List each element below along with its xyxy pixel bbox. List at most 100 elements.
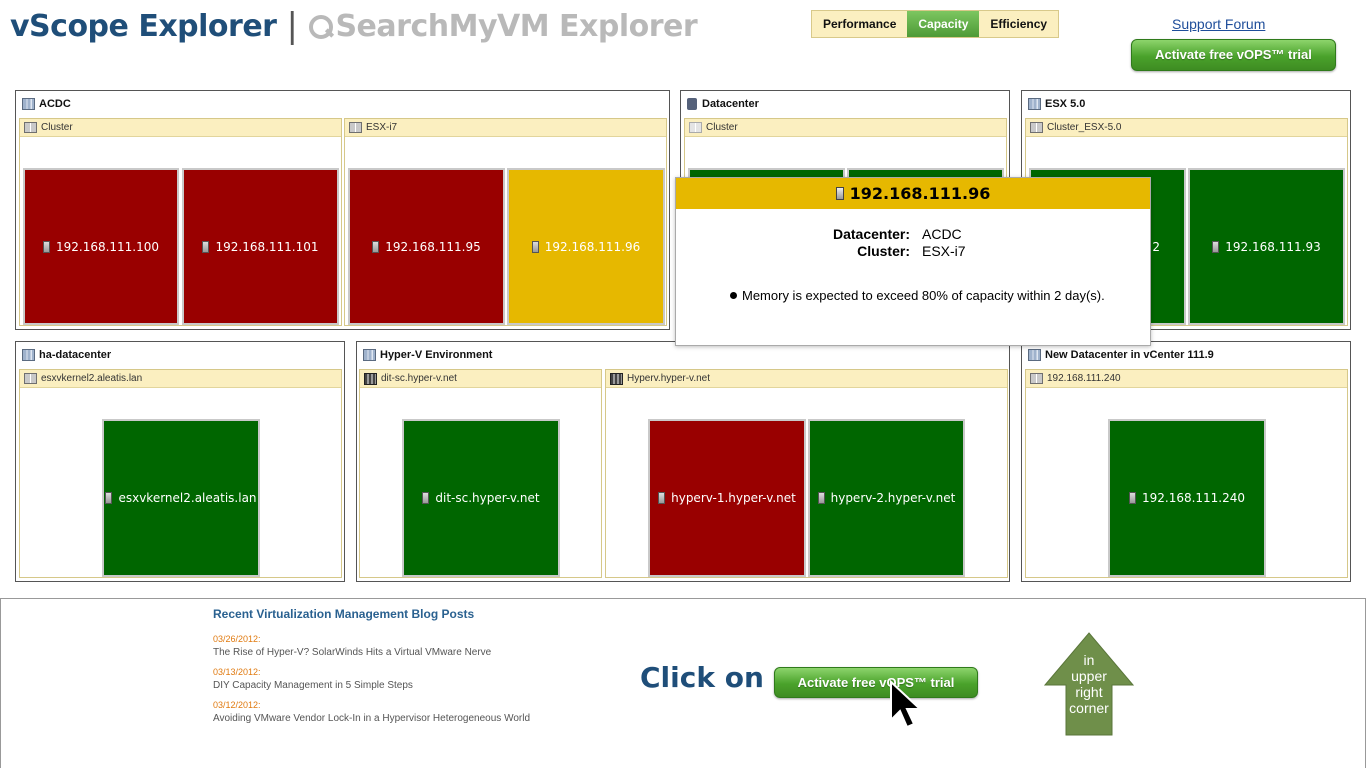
group-header-text: Cluster (706, 122, 738, 133)
host-tile[interactable]: hyperv-2.hyper-v.net (808, 419, 965, 577)
logo-sub-text: SearchMyVM Explorer (335, 8, 698, 44)
group-header: dit-sc.hyper-v.net (360, 370, 601, 388)
datacenter-icon (22, 98, 35, 110)
group-header: ESX-i7 (345, 119, 666, 137)
bullet-icon (730, 292, 737, 299)
blog-section-title: Recent Virtualization Management Blog Po… (213, 607, 475, 621)
host-label: 192.168.111.101 (215, 239, 319, 254)
cluster-icon (689, 122, 702, 133)
cluster-icon (1030, 373, 1043, 384)
arrow-caption-line: corner (1069, 700, 1109, 716)
tab-capacity[interactable]: Capacity (907, 11, 980, 37)
panel-title-text: Datacenter (702, 98, 759, 110)
panel-title-text: ESX 5.0 (1045, 98, 1086, 110)
host-tile[interactable]: 192.168.111.93 (1188, 168, 1345, 325)
server-icon (42, 240, 50, 253)
host-label: 192.168.111.100 (55, 239, 160, 254)
group-header: Hyperv.hyper-v.net (606, 370, 1007, 388)
group-header-text: esxvkernel2.aleatis.lan (41, 373, 143, 384)
logo-main-text: vScope Explorer (10, 8, 277, 44)
activate-trial-button[interactable]: Activate free vOPS™ trial (1131, 39, 1336, 71)
server-icon (531, 240, 539, 253)
server-icon (835, 187, 844, 200)
cluster-group-cluster: Cluster 192.168.111.100 192.168.111.101 (19, 118, 342, 326)
host-label: esxvkernel2.aleatis.lan (118, 491, 257, 505)
footer: Recent Virtualization Management Blog Po… (0, 598, 1366, 768)
tab-efficiency[interactable]: Efficiency (979, 11, 1059, 37)
tooltip-header: 192.168.111.96 (676, 178, 1150, 209)
panel-title: ACDC (22, 97, 71, 111)
group-header: Cluster_ESX-5.0 (1026, 119, 1347, 137)
group-header: Cluster (20, 119, 341, 137)
host-label: hyperv-2.hyper-v.net (830, 491, 956, 505)
host-tile[interactable]: 192.168.111.101 (182, 168, 339, 325)
arrow-caption-line: in (1083, 652, 1095, 668)
panel-title: Hyper-V Environment (363, 348, 492, 362)
host-tile[interactable]: dit-sc.hyper-v.net (402, 419, 560, 577)
server-icon (1212, 240, 1220, 253)
cluster-group-hyperv: Hyperv.hyper-v.net hyperv-1.hyper-v.net … (605, 369, 1008, 578)
datacenter-panel-new-datacenter: New Datacenter in vCenter 111.9 192.168.… (1021, 341, 1351, 582)
datacenter-panel-hyper-v: Hyper-V Environment dit-sc.hyper-v.net d… (356, 341, 1010, 582)
panel-title-text: ACDC (39, 98, 71, 110)
activate-trial-button-footer[interactable]: Activate free vOPS™ trial (774, 667, 978, 698)
cluster-group-esxvkernel2: esxvkernel2.aleatis.lan esxvkernel2.alea… (19, 369, 342, 578)
tooltip-value-datacenter: ACDC (922, 226, 962, 242)
tooltip-label-datacenter: Datacenter: (832, 226, 910, 242)
up-arrow-icon: in upper right corner (1043, 632, 1135, 736)
app-logo: vScope Explorer | SearchMyVM Explorer (10, 6, 698, 46)
datacenter-icon (363, 349, 376, 361)
group-header-text: Cluster (41, 122, 73, 133)
view-tabs: Performance Capacity Efficiency (811, 10, 1060, 38)
host-label: 192.168.111.95 (385, 239, 481, 254)
host-tile[interactable]: 192.168.111.95 (348, 168, 505, 325)
arrow-caption: in upper right corner (1044, 652, 1134, 716)
group-header-text: 192.168.111.240 (1047, 373, 1121, 384)
panel-title-text: ha-datacenter (39, 349, 112, 361)
cluster-icon (24, 122, 37, 133)
hyperv-cluster-icon (610, 372, 623, 385)
blog-post-link[interactable]: DIY Capacity Management in 5 Simple Step… (213, 676, 553, 695)
host-tile[interactable]: esxvkernel2.aleatis.lan (102, 419, 260, 577)
host-tile[interactable]: 192.168.111.240 (1108, 419, 1266, 577)
group-header-text: Cluster_ESX-5.0 (1047, 122, 1122, 133)
support-forum-link[interactable]: Support Forum (1172, 16, 1265, 32)
cluster-icon (349, 122, 362, 133)
tooltip-value-cluster: ESX-i7 (922, 243, 966, 259)
database-icon (687, 98, 697, 110)
tab-performance[interactable]: Performance (812, 11, 908, 37)
server-icon (202, 240, 210, 253)
panel-title: New Datacenter in vCenter 111.9 (1028, 348, 1214, 362)
vscope-explorer-page: vScope Explorer | SearchMyVM Explorer Pe… (0, 0, 1366, 768)
panel-title: Datacenter (687, 97, 759, 111)
group-header-text: Hyperv.hyper-v.net (627, 373, 710, 384)
tooltip-message-text: Memory is expected to exceed 80% of capa… (742, 288, 1105, 303)
blog-post-link[interactable]: The Rise of Hyper-V? SolarWinds Hits a V… (213, 643, 553, 662)
arrow-caption-line: right (1075, 684, 1103, 700)
datacenter-icon (1028, 349, 1041, 361)
cluster-group-esx-i7: ESX-i7 192.168.111.95 192.168.111.96 (344, 118, 667, 326)
host-tile[interactable]: 192.168.111.100 (23, 168, 179, 325)
cluster-icon (24, 373, 37, 384)
hyperv-cluster-icon (364, 372, 377, 385)
host-label: 192.168.111.96 (544, 239, 641, 254)
group-header-text: dit-sc.hyper-v.net (381, 373, 457, 384)
group-header-text: ESX-i7 (366, 122, 398, 133)
group-header: esxvkernel2.aleatis.lan (20, 370, 341, 388)
host-label: dit-sc.hyper-v.net (435, 491, 540, 505)
datacenter-icon (22, 349, 35, 361)
datacenter-icon (1028, 98, 1041, 110)
blog-post-link[interactable]: Avoiding VMware Vendor Lock-In in a Hype… (213, 709, 553, 728)
host-tile-selected[interactable]: 192.168.111.96 (507, 168, 665, 325)
host-tile[interactable]: hyperv-1.hyper-v.net (648, 419, 806, 577)
server-icon (422, 492, 430, 504)
logo-separator: | (286, 6, 298, 46)
host-tooltip: 192.168.111.96 Datacenter: ACDC Cluster:… (675, 177, 1151, 346)
panel-title-text: Hyper-V Environment (380, 349, 493, 361)
server-icon (372, 240, 380, 253)
server-icon (658, 492, 666, 504)
cluster-icon (1030, 122, 1043, 133)
cluster-group-dit-sc: dit-sc.hyper-v.net dit-sc.hyper-v.net (359, 369, 602, 578)
server-icon (1128, 492, 1136, 504)
group-header: Cluster (685, 119, 1006, 137)
